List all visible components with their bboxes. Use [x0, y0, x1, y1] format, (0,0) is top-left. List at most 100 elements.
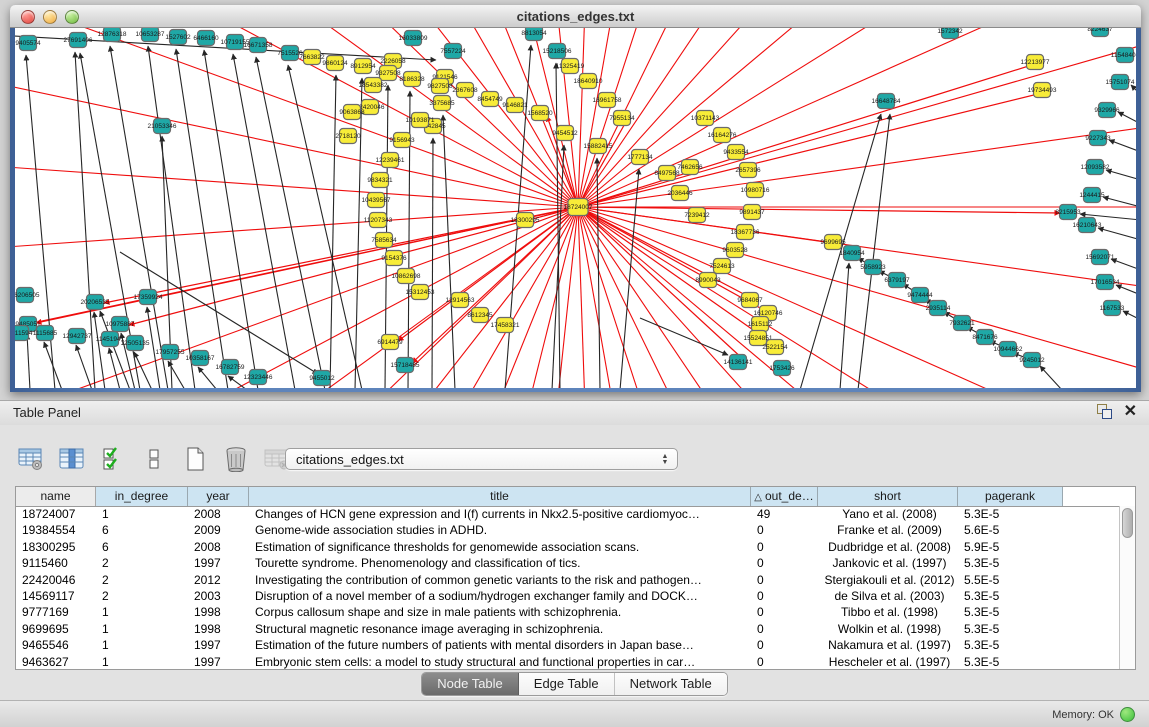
cell-year[interactable]: 1997 [188, 555, 249, 571]
graph-node[interactable]: 8454749 [477, 92, 503, 107]
graph-node[interactable]: 8912954 [350, 59, 376, 74]
cell-out-de-[interactable]: 0 [751, 637, 818, 653]
graph-node[interactable]: 27691406 [64, 33, 93, 48]
cell-short[interactable]: Dudbridge et al. (2008) [818, 539, 958, 555]
cell-short[interactable]: Yano et al. (2008) [818, 506, 958, 522]
table-selector-dropdown[interactable]: citations_edges.txt ▲▼ [285, 448, 678, 470]
cell-title[interactable]: Disruption of a novel member of a sodium… [249, 588, 751, 604]
cell-title[interactable]: Structural magnetic resonance image aver… [249, 621, 751, 637]
cell-out-de-[interactable]: 0 [751, 572, 818, 588]
graph-node[interactable]: 2718120 [335, 129, 361, 144]
graph-node[interactable]: 8186328 [399, 72, 425, 87]
close-panel-icon[interactable]: ✕ [1124, 404, 1137, 419]
graph-node[interactable]: 2657396 [735, 163, 761, 178]
cell-short[interactable]: Hescheler et al. (1997) [818, 654, 958, 669]
cell-short[interactable]: Wolkin et al. (1998) [818, 621, 958, 637]
graph-node[interactable]: 10975887 [106, 317, 135, 332]
cell-in-degree[interactable]: 1 [96, 506, 188, 522]
graph-node[interactable]: 17957255 [156, 345, 185, 360]
network-window-titlebar[interactable]: citations_edges.txt [10, 5, 1141, 28]
graph-node[interactable]: 7524613 [709, 259, 735, 274]
graph-node[interactable]: 10944662 [994, 342, 1023, 357]
graph-node[interactable]: 2367608 [452, 83, 478, 98]
cell-pagerank[interactable]: 5.3E-5 [958, 637, 1063, 653]
cell-year[interactable]: 2009 [188, 522, 249, 538]
cell-year[interactable]: 1997 [188, 637, 249, 653]
table-row[interactable]: 946554611997Estimation of the future num… [16, 637, 1119, 653]
graph-node[interactable]: 16782759 [216, 360, 245, 375]
graph-node[interactable]: 12093582 [1081, 160, 1110, 175]
cell-title[interactable]: Embryonic stem cells: a model to study s… [249, 654, 751, 669]
cell-short[interactable]: Franke et al. (2009) [818, 522, 958, 538]
graph-node[interactable]: 18724007 [564, 199, 593, 216]
table-row[interactable]: 946362711997Embryonic stem cells: a mode… [16, 654, 1119, 669]
graph-node[interactable]: 14136141 [724, 355, 753, 370]
graph-node[interactable]: 1167533 [1100, 301, 1125, 316]
graph-node[interactable]: 6497568 [654, 166, 680, 181]
graph-node[interactable]: 9156943 [389, 133, 415, 148]
cell-name[interactable]: 18300295 [16, 539, 96, 555]
graph-node[interactable]: 15312453 [406, 285, 435, 300]
table-row[interactable]: 911546021997Tourette syndrome. Phenomeno… [16, 555, 1119, 571]
graph-node[interactable]: 15218506 [543, 44, 572, 59]
cell-short[interactable]: Stergiakouli et al. (2012) [818, 572, 958, 588]
graph-node[interactable]: 9474444 [907, 288, 933, 303]
cell-out-de-[interactable]: 0 [751, 654, 818, 669]
cell-year[interactable]: 1998 [188, 604, 249, 620]
graph-node[interactable]: 15751074 [1106, 75, 1135, 90]
table-row[interactable]: 969969511998Structural magnetic resonanc… [16, 621, 1119, 637]
float-window-icon[interactable] [1097, 404, 1112, 419]
cell-in-degree[interactable]: 6 [96, 522, 188, 538]
cell-short[interactable]: Nakamura et al. (1997) [818, 637, 958, 653]
graph-node[interactable]: 7585634 [371, 233, 397, 248]
cell-in-degree[interactable]: 1 [96, 654, 188, 669]
graph-node[interactable]: 9245012 [1019, 353, 1045, 368]
new-document-icon[interactable] [180, 444, 210, 474]
graph-node[interactable]: 16033809 [399, 31, 428, 46]
cell-out-de-[interactable]: 0 [751, 621, 818, 637]
column-header-name[interactable]: name [16, 487, 96, 506]
graph-node[interactable]: 11207343 [364, 213, 393, 228]
network-canvas[interactable]: 9405574276914061287631810653287152760264… [15, 28, 1136, 388]
cell-in-degree[interactable]: 1 [96, 604, 188, 620]
column-header-pagerank[interactable]: pagerank [958, 487, 1063, 506]
select-columns-icon[interactable] [57, 444, 87, 474]
cell-name[interactable]: 9699695 [16, 621, 96, 637]
graph-node[interactable]: 18367736 [731, 225, 760, 240]
table-row[interactable]: 1872400712008Changes of HCN gene express… [16, 506, 1119, 522]
graph-node[interactable]: 9146821 [502, 98, 528, 113]
column-header-short[interactable]: short [818, 487, 958, 506]
tab-node-table[interactable]: Node Table [422, 673, 519, 695]
cell-pagerank[interactable]: 5.6E-5 [958, 522, 1063, 538]
cell-name[interactable]: 9115460 [16, 555, 96, 571]
cell-title[interactable]: Estimation of the future numbers of pati… [249, 637, 751, 653]
cell-in-degree[interactable]: 2 [96, 555, 188, 571]
cell-short[interactable]: Tibbo et al. (1998) [818, 604, 958, 620]
select-all-icon[interactable] [98, 444, 128, 474]
graph-node[interactable]: 9329966 [1094, 103, 1120, 118]
graph-node[interactable]: 11325419 [556, 59, 585, 74]
graph-node[interactable]: 9603528 [722, 243, 748, 258]
graph-node[interactable]: 8990043 [695, 273, 721, 288]
graph-node[interactable]: 18640910 [574, 74, 603, 89]
cell-name[interactable]: 9465546 [16, 637, 96, 653]
graph-node[interactable]: 7932621 [949, 316, 975, 331]
graph-node[interactable]: 11548408 [1111, 48, 1136, 63]
column-header-out-de-[interactable]: △out_de… [751, 487, 818, 506]
graph-node[interactable]: 6466160 [193, 31, 219, 46]
graph-node[interactable]: 6379197 [884, 273, 910, 288]
graph-node[interactable]: 7955134 [609, 111, 635, 126]
tab-edge-table[interactable]: Edge Table [519, 673, 615, 695]
cell-pagerank[interactable]: 5.3E-5 [958, 621, 1063, 637]
cell-title[interactable]: Investigating the contribution of common… [249, 572, 751, 588]
graph-node[interactable]: 9684067 [737, 293, 763, 308]
citation-network-graph[interactable]: 9405574276914061287631810653287152760264… [15, 28, 1136, 388]
graph-node[interactable]: 8471676 [972, 330, 998, 345]
graph-node[interactable]: 17016534 [1091, 275, 1120, 290]
graph-node[interactable]: 2036446 [667, 186, 693, 201]
graph-node[interactable]: 17458321 [491, 318, 520, 333]
graph-node[interactable]: 9860124 [322, 56, 348, 71]
cell-name[interactable]: 22420046 [16, 572, 96, 588]
graph-node[interactable]: 18300295 [511, 213, 540, 228]
graph-node[interactable]: 1527602 [165, 30, 191, 45]
